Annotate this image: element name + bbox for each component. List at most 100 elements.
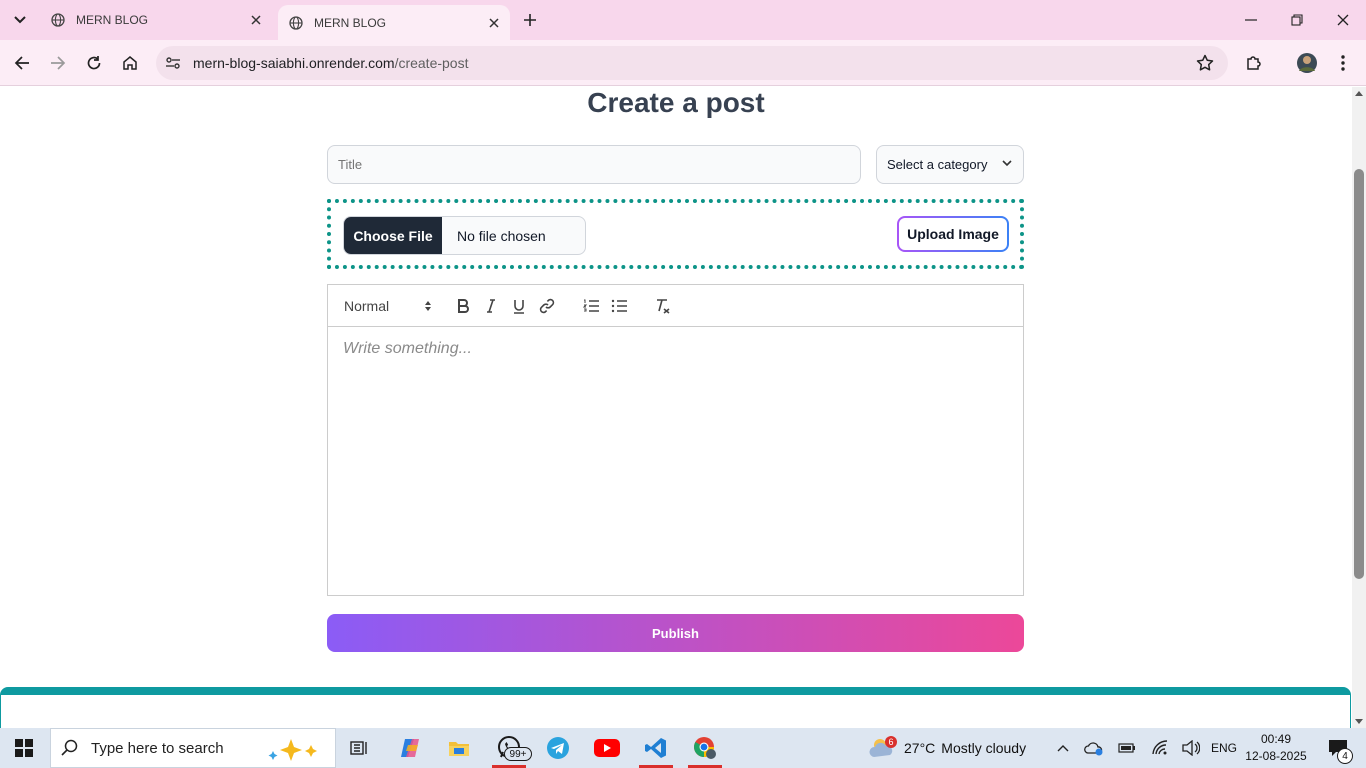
ordered-list-button[interactable] bbox=[582, 296, 600, 316]
vscode-icon bbox=[645, 738, 666, 758]
header-format-select[interactable]: Normal bbox=[344, 296, 432, 316]
clear-format-button[interactable] bbox=[653, 296, 671, 316]
clock-time: 00:49 bbox=[1260, 732, 1292, 746]
italic-icon bbox=[487, 299, 495, 313]
scroll-up-arrow-icon[interactable] bbox=[1355, 90, 1363, 96]
header-format-label: Normal bbox=[344, 298, 390, 314]
clear-format-icon bbox=[657, 299, 670, 314]
bold-icon bbox=[458, 299, 469, 313]
puzzle-icon bbox=[1247, 56, 1261, 70]
globe-icon bbox=[50, 12, 66, 28]
italic-button[interactable] bbox=[483, 296, 499, 316]
bullet-list-button[interactable] bbox=[610, 296, 628, 316]
close-tab-icon[interactable] bbox=[484, 13, 504, 33]
windows-logo-icon bbox=[15, 739, 33, 757]
page-scrollbar[interactable] bbox=[1352, 87, 1366, 728]
notification-count-badge: 4 bbox=[1337, 748, 1353, 764]
telegram-icon bbox=[547, 737, 569, 759]
extensions-button[interactable] bbox=[1242, 51, 1266, 75]
weather-widget[interactable]: 6 27°C Mostly cloudy bbox=[868, 728, 1026, 768]
taskbar-clock[interactable]: 00:49 12-08-2025 bbox=[1244, 731, 1308, 765]
image-upload-area: Choose File No file chosen Upload Image bbox=[327, 199, 1024, 269]
browser-tabstrip: MERN BLOG MERN BLOG bbox=[0, 0, 1366, 40]
close-tab-icon[interactable] bbox=[246, 10, 266, 30]
youtube-app[interactable] bbox=[584, 728, 630, 768]
page-title: Create a post bbox=[587, 87, 765, 118]
choose-file-button[interactable]: Choose File bbox=[344, 217, 442, 254]
file-explorer-app[interactable] bbox=[436, 728, 482, 768]
folder-icon bbox=[449, 742, 469, 756]
arrow-left-icon bbox=[14, 56, 29, 70]
link-button[interactable] bbox=[538, 296, 556, 316]
page-content: Create a post Select a category Choose F… bbox=[0, 87, 1352, 728]
language-indicator[interactable]: ENG bbox=[1209, 728, 1239, 768]
taskbar-search-box[interactable]: Type here to search bbox=[50, 728, 336, 768]
home-button[interactable] bbox=[118, 51, 142, 75]
copilot-app[interactable] bbox=[387, 728, 433, 768]
tab-title: MERN BLOG bbox=[76, 13, 149, 27]
underline-button[interactable] bbox=[511, 296, 527, 316]
taskbar-search-placeholder: Type here to search bbox=[91, 739, 224, 757]
chevron-down-icon bbox=[1002, 160, 1012, 167]
globe-icon bbox=[288, 15, 304, 31]
file-status-text: No file chosen bbox=[457, 227, 546, 244]
notifications-button[interactable]: 4 bbox=[1320, 728, 1356, 768]
file-input[interactable]: Choose File No file chosen bbox=[343, 216, 586, 255]
site-info-icon[interactable] bbox=[164, 54, 182, 72]
plus-icon bbox=[524, 14, 536, 26]
updown-arrows-icon bbox=[425, 301, 431, 311]
link-icon bbox=[539, 298, 555, 314]
windows-taskbar: Type here to search 6 27°C Mostly cloudy bbox=[0, 728, 1366, 768]
vscode-app[interactable] bbox=[633, 728, 679, 768]
category-select-label: Select a category bbox=[887, 157, 988, 172]
upload-image-button[interactable]: Upload Image bbox=[897, 216, 1009, 252]
avatar-icon bbox=[1297, 53, 1317, 73]
tab-mern-blog-1[interactable]: MERN BLOG bbox=[40, 0, 272, 40]
telegram-app[interactable] bbox=[535, 728, 581, 768]
editor-placeholder[interactable]: Write something... bbox=[343, 340, 472, 358]
profile-avatar[interactable] bbox=[1295, 51, 1319, 75]
category-select[interactable]: Select a category bbox=[876, 145, 1024, 184]
minimize-button[interactable] bbox=[1228, 0, 1274, 40]
browser-toolbar: mern-blog-saiabhi.onrender.com/create-po… bbox=[0, 40, 1366, 86]
tab-search-button[interactable] bbox=[8, 9, 32, 31]
publish-button[interactable]: Publish bbox=[327, 614, 1024, 652]
address-bar[interactable]: mern-blog-saiabhi.onrender.com/create-po… bbox=[156, 46, 1228, 80]
weather-temperature: 27°C bbox=[904, 740, 936, 756]
arrow-right-icon bbox=[51, 56, 66, 70]
wifi-icon bbox=[1152, 740, 1168, 755]
clock-date: 12-08-2025 bbox=[1245, 749, 1307, 763]
bold-button[interactable] bbox=[455, 296, 471, 316]
browser-menu-button[interactable] bbox=[1331, 51, 1355, 75]
search-icon bbox=[61, 739, 78, 756]
bookmark-star-icon[interactable] bbox=[1196, 54, 1214, 72]
wifi-tray[interactable] bbox=[1149, 728, 1171, 768]
chrome-app[interactable] bbox=[682, 728, 728, 768]
editor-toolbar: Normal bbox=[328, 285, 1023, 327]
cloud-sync-icon bbox=[1084, 742, 1103, 756]
battery-tray[interactable] bbox=[1116, 728, 1138, 768]
reload-button[interactable] bbox=[82, 51, 106, 75]
onedrive-tray[interactable] bbox=[1083, 728, 1105, 768]
show-hidden-icons-button[interactable] bbox=[1052, 728, 1074, 768]
ordered-list-icon bbox=[583, 299, 599, 312]
back-button[interactable] bbox=[10, 51, 34, 75]
whatsapp-unread-badge: 99+ bbox=[504, 747, 532, 761]
scroll-down-arrow-icon[interactable] bbox=[1355, 719, 1363, 725]
forward-button[interactable] bbox=[46, 51, 70, 75]
task-view-button[interactable] bbox=[336, 728, 382, 768]
tab-title: MERN BLOG bbox=[314, 15, 387, 30]
tab-mern-blog-2[interactable]: MERN BLOG bbox=[278, 5, 510, 40]
url-text: mern-blog-saiabhi.onrender.com/create-po… bbox=[193, 55, 469, 71]
scrollbar-thumb[interactable] bbox=[1354, 169, 1364, 579]
new-tab-button[interactable] bbox=[518, 9, 542, 31]
post-title-input[interactable] bbox=[327, 145, 861, 184]
restore-button[interactable] bbox=[1274, 0, 1320, 40]
volume-tray[interactable] bbox=[1180, 728, 1202, 768]
url-host: mern-blog-saiabhi.onrender.com bbox=[193, 55, 395, 71]
close-icon bbox=[1337, 14, 1349, 26]
rich-text-editor: Normal Write something... bbox=[327, 284, 1024, 596]
close-window-button[interactable] bbox=[1320, 0, 1366, 40]
start-button[interactable] bbox=[0, 728, 48, 768]
youtube-icon bbox=[594, 739, 620, 757]
